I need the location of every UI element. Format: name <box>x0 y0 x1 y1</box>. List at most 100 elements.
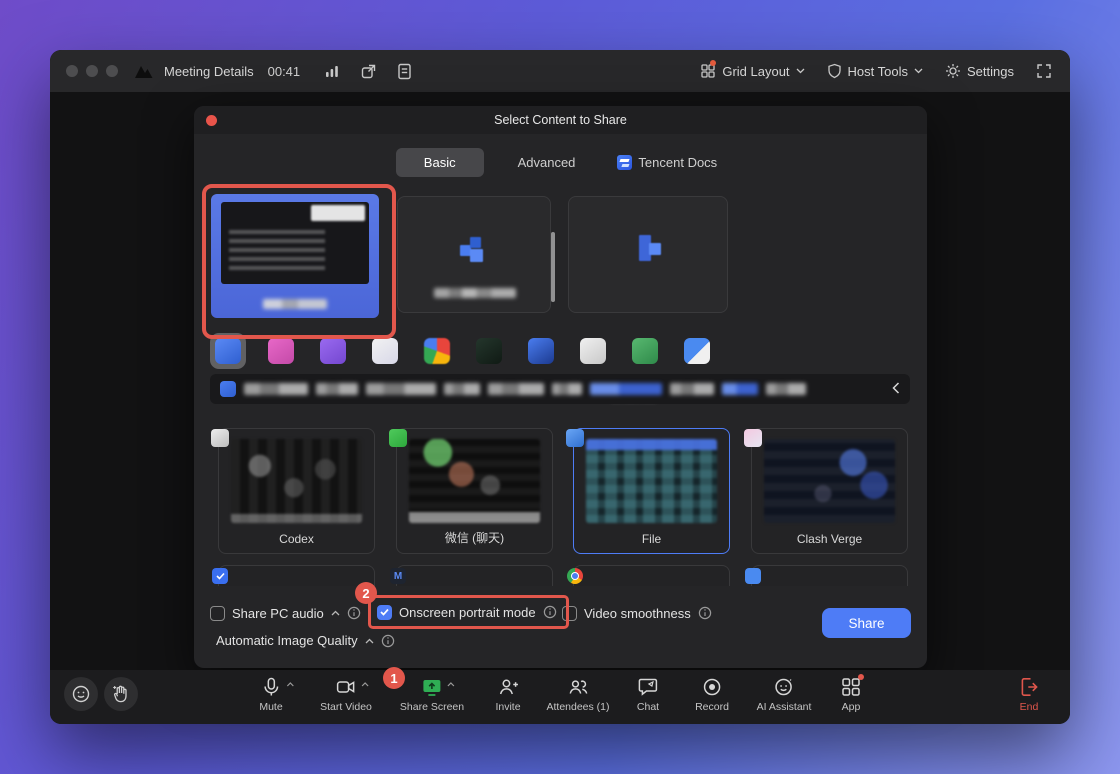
video-smoothness-label: Video smoothness <box>584 606 691 621</box>
raise-hand-button[interactable] <box>104 677 138 711</box>
video-smoothness-option[interactable]: Video smoothness <box>562 599 712 627</box>
window-card-partial-2[interactable]: M <box>396 565 553 586</box>
invite-person-icon <box>497 676 519 698</box>
raise-hand-icon <box>110 683 132 705</box>
toolbar-attendees-label: Attendees (1) <box>546 701 609 713</box>
app-icon-5[interactable] <box>424 338 450 364</box>
info-icon[interactable] <box>347 606 361 620</box>
browser-app-icon <box>567 568 583 584</box>
window-card-file[interactable]: File <box>573 428 730 554</box>
shield-icon <box>827 63 842 79</box>
info-icon[interactable] <box>698 606 712 620</box>
traffic-lights[interactable] <box>66 65 118 77</box>
minimize-window-button[interactable] <box>86 65 98 77</box>
zoom-window-button[interactable] <box>106 65 118 77</box>
toolbar-start-video-button[interactable]: Start Video <box>320 676 372 713</box>
onscreen-portrait-mode-checkbox[interactable] <box>377 605 392 620</box>
window-card-partial-3[interactable] <box>573 565 730 586</box>
toolbar-end-label: End <box>1020 701 1039 713</box>
toolbar-share-screen-button[interactable]: Share Screen <box>400 676 464 713</box>
screen-thumbnail-2[interactable] <box>397 196 551 313</box>
tencent-docs-icon <box>617 155 632 170</box>
toolbar-app-button[interactable]: App <box>840 676 862 713</box>
chevron-up-icon[interactable] <box>286 682 294 687</box>
tencent-docs-app-icon <box>212 568 228 584</box>
finder-app-icon <box>566 429 584 447</box>
toolbar-chat-label: Chat <box>637 701 659 713</box>
blurred-content <box>229 228 325 270</box>
meeting-details-link[interactable]: Meeting Details <box>164 64 254 79</box>
blue-app-icon <box>745 568 761 584</box>
app-icon-6[interactable] <box>476 338 502 364</box>
window-card-partial-4[interactable] <box>751 565 908 586</box>
chevron-down-icon <box>796 68 805 74</box>
tab-basic[interactable]: Basic <box>396 148 484 177</box>
share-tabs: Basic Advanced Tencent Docs <box>194 148 927 177</box>
automatic-image-quality-label: Automatic Image Quality <box>216 633 358 648</box>
toolbar-start-video-label: Start Video <box>320 701 372 713</box>
window-card-codex[interactable]: Codex <box>218 428 375 554</box>
automatic-image-quality-control[interactable]: Automatic Image Quality <box>216 633 395 648</box>
reactions-button[interactable] <box>64 677 98 711</box>
chevron-up-icon[interactable] <box>447 682 455 687</box>
info-icon[interactable] <box>381 634 395 648</box>
toolbar-mute-label: Mute <box>259 701 282 713</box>
share-pc-audio-checkbox[interactable] <box>210 606 225 621</box>
ai-assistant-icon <box>773 676 795 698</box>
microphone-icon <box>260 676 282 698</box>
app-icon-9[interactable] <box>632 338 658 364</box>
window-thumbnail <box>409 439 540 523</box>
host-tools-label: Host Tools <box>848 64 908 79</box>
signal-strength-icon[interactable] <box>324 63 340 79</box>
window-thumbnail <box>586 439 717 523</box>
app-icon-3[interactable] <box>320 338 346 364</box>
info-icon[interactable] <box>543 605 557 619</box>
scrollbar-divider[interactable] <box>551 232 555 302</box>
share-pc-audio-option[interactable]: Share PC audio <box>210 599 361 627</box>
share-button[interactable]: Share <box>822 608 911 638</box>
dialog-close-button[interactable] <box>206 115 217 126</box>
screen-thumbnail-1[interactable] <box>211 194 379 318</box>
window-card-wechat[interactable]: 微信 (聊天) <box>396 428 553 554</box>
clash-verge-app-icon <box>744 429 762 447</box>
app-icon-7[interactable] <box>528 338 554 364</box>
app-icon-4[interactable] <box>372 338 398 364</box>
toolbar-record-label: Record <box>695 701 729 713</box>
grid-layout-label: Grid Layout <box>722 64 789 79</box>
window-thumbnail <box>764 439 895 523</box>
toolbar-share-screen-label: Share Screen <box>400 701 464 713</box>
app-icon-2[interactable] <box>268 338 294 364</box>
grid-layout-button[interactable]: Grid Layout <box>700 63 804 79</box>
running-apps-row <box>194 335 927 369</box>
app-icon-1[interactable] <box>215 338 241 364</box>
app-glyph <box>460 237 488 265</box>
screen-thumbnail-3[interactable] <box>568 196 728 313</box>
app-icon-8[interactable] <box>580 338 606 364</box>
share-pc-audio-label: Share PC audio <box>232 606 324 621</box>
toolbar-end-button[interactable]: End <box>1018 676 1040 713</box>
document-icon[interactable] <box>397 63 412 80</box>
chevron-left-icon[interactable] <box>892 382 900 394</box>
toolbar-invite-button[interactable]: Invite <box>495 676 520 713</box>
open-in-new-window-icon[interactable] <box>360 63 377 80</box>
tab-tencent-docs[interactable]: Tencent Docs <box>609 148 725 177</box>
toolbar-record-button[interactable]: Record <box>695 676 729 713</box>
chevron-up-icon[interactable] <box>365 638 374 644</box>
window-card-partial-1[interactable] <box>218 565 375 586</box>
toolbar-mute-button[interactable]: Mute <box>259 676 282 713</box>
tab-advanced[interactable]: Advanced <box>510 148 584 177</box>
toolbar-chat-button[interactable]: Chat <box>637 676 659 713</box>
toolbar-attendees-button[interactable]: Attendees (1) <box>546 676 609 713</box>
window-card-clash-verge[interactable]: Clash Verge <box>751 428 908 554</box>
window-banner-item[interactable] <box>210 374 910 404</box>
window-card-label: 微信 (聊天) <box>397 529 552 546</box>
annotation-box-portrait-mode: Onscreen portrait mode <box>368 595 569 629</box>
toolbar-ai-assistant-button[interactable]: AI Assistant <box>757 676 812 713</box>
fullscreen-icon[interactable] <box>1036 63 1052 79</box>
host-tools-button[interactable]: Host Tools <box>827 63 923 79</box>
chevron-up-icon[interactable] <box>361 682 369 687</box>
app-icon-10[interactable] <box>684 338 710 364</box>
chevron-up-icon[interactable] <box>331 610 340 616</box>
settings-button[interactable]: Settings <box>945 63 1014 79</box>
close-window-button[interactable] <box>66 65 78 77</box>
